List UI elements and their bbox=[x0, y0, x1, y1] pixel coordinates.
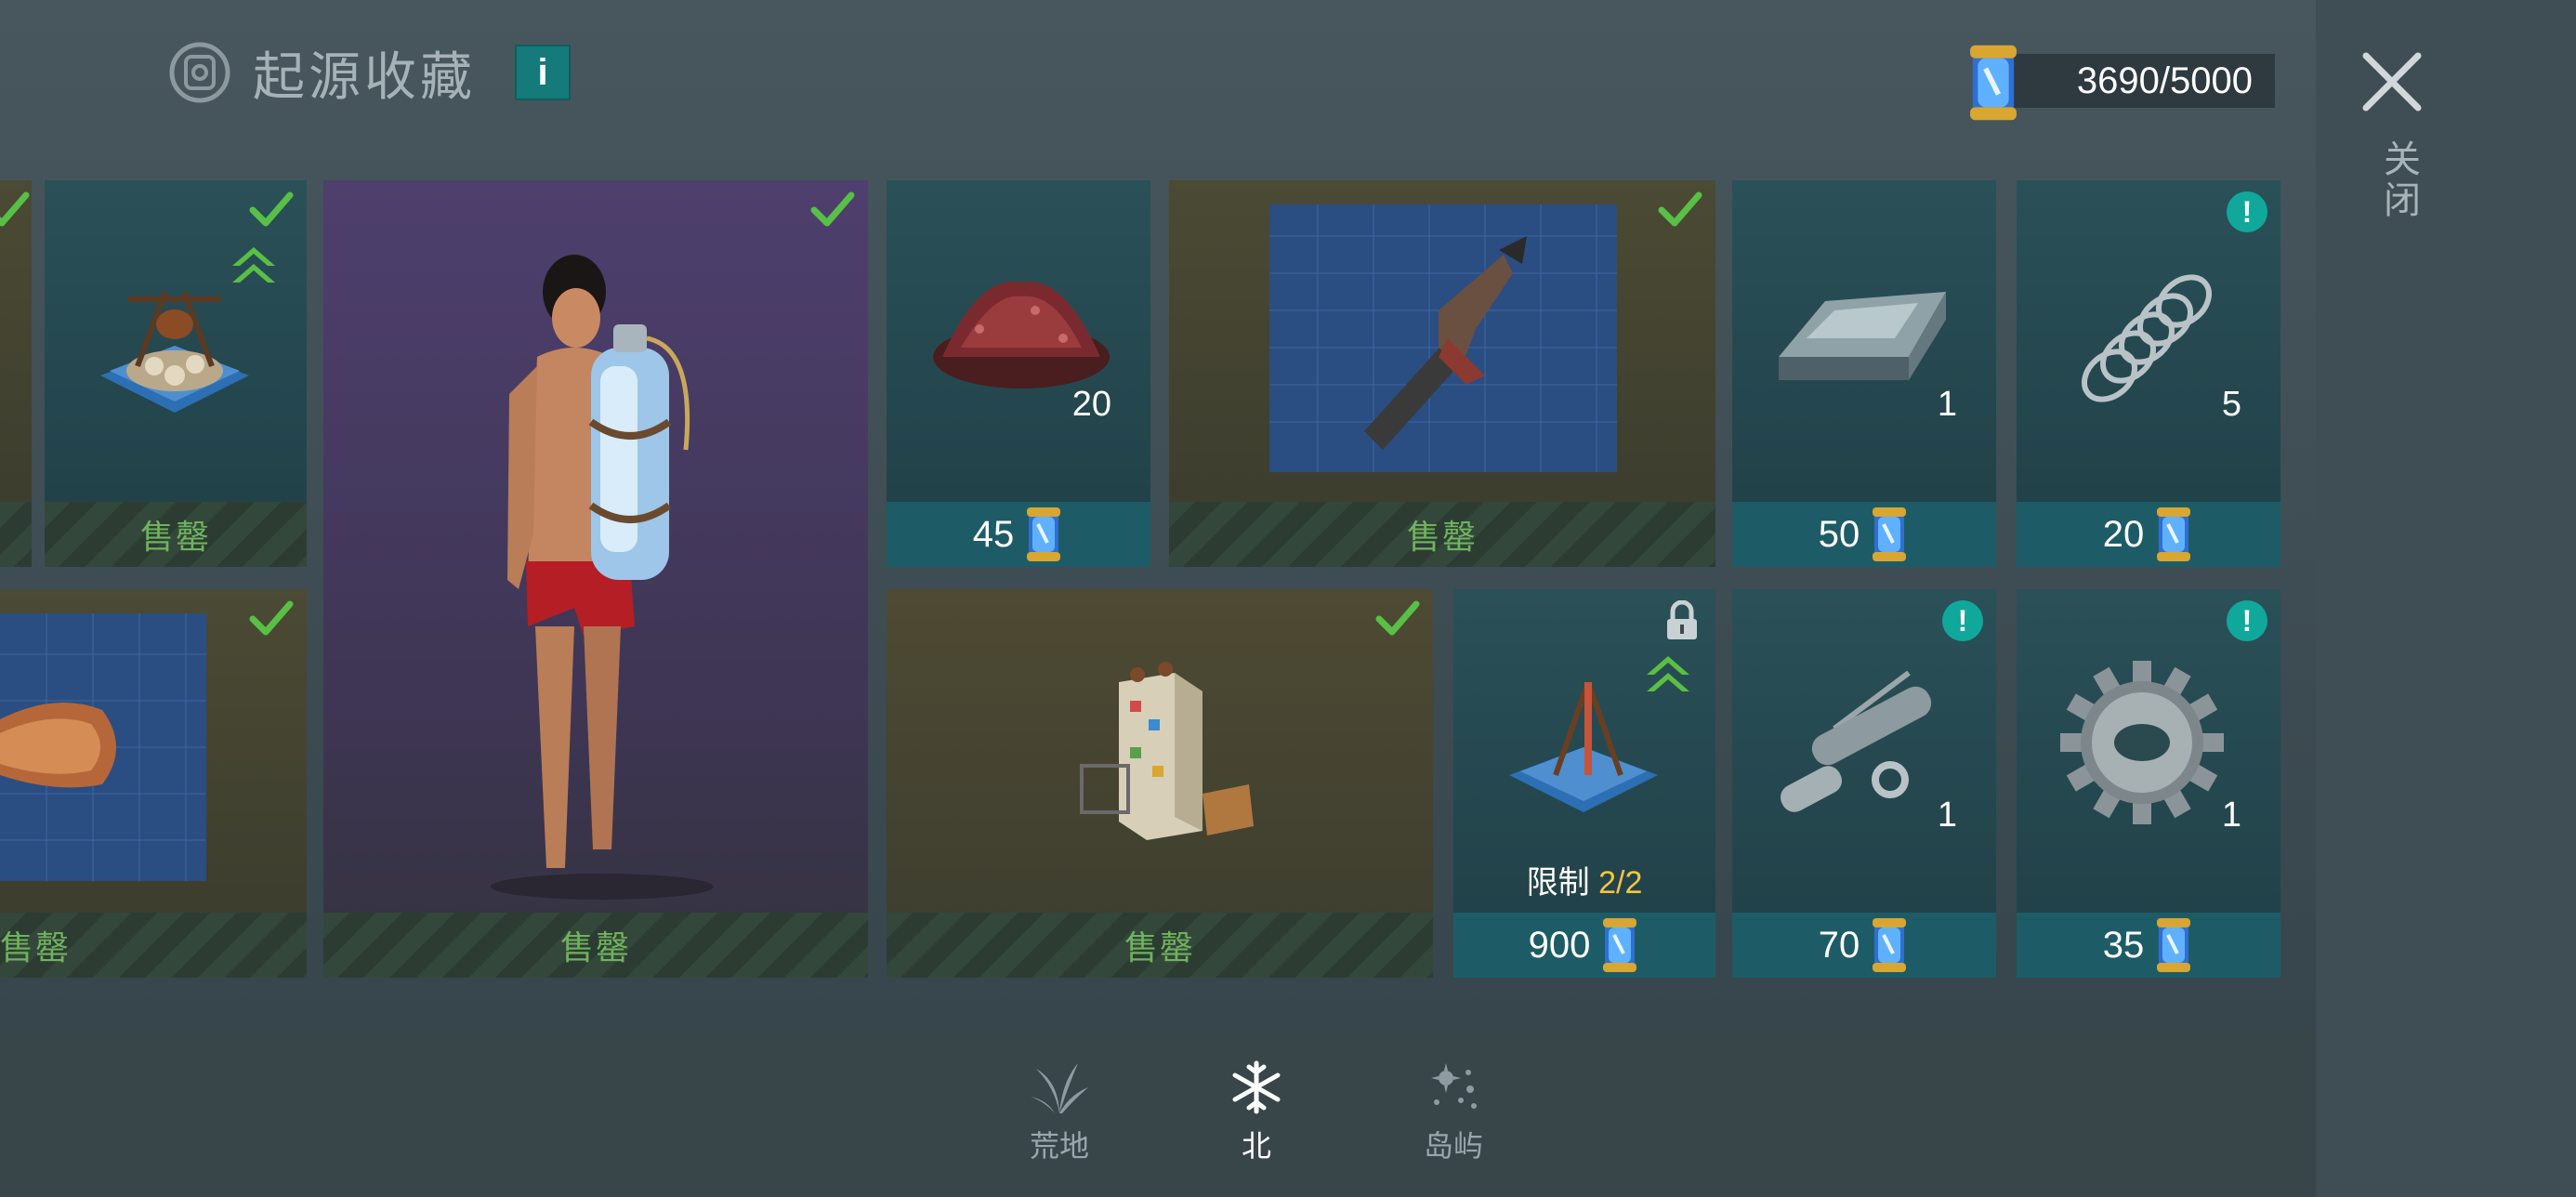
check-icon bbox=[0, 190, 30, 230]
collection-panel: 起源收藏 i 售罄 售罄 20 45 售罄 1 50 ! 5 20 售罄 售罄 … bbox=[0, 0, 2316, 1197]
wooden-sign-blueprint-icon bbox=[0, 613, 206, 881]
chainsaw-blueprint-icon bbox=[1269, 204, 1617, 472]
info-button[interactable]: i bbox=[515, 45, 571, 100]
title-area: 起源收藏 i bbox=[167, 35, 571, 110]
pipe-parts-icon bbox=[1780, 670, 1932, 812]
lock-icon bbox=[1663, 600, 1701, 641]
tab-wasteland[interactable]: 荒地 bbox=[994, 1059, 1124, 1165]
right-sidebar bbox=[2316, 0, 2576, 1197]
check-icon bbox=[810, 190, 855, 230]
grass-icon bbox=[1031, 1063, 1088, 1113]
collection-card[interactable]: 1 50 bbox=[1732, 180, 1996, 567]
check-icon bbox=[1658, 190, 1702, 230]
sold-out-label: 售罄 bbox=[1124, 928, 1195, 967]
sold-out-label: 售罄 bbox=[559, 928, 631, 967]
info-label: i bbox=[537, 51, 548, 93]
collection-card[interactable]: ! 1 35 bbox=[2017, 589, 2280, 978]
collection-card[interactable]: 限制 2/2 900 bbox=[1453, 589, 1715, 978]
limit-value: 2/2 bbox=[1598, 865, 1643, 901]
sold-out-label: 售罄 bbox=[0, 928, 72, 967]
item-quantity: 1 bbox=[2221, 796, 2241, 835]
check-icon bbox=[1375, 598, 1420, 639]
tab-label: 荒地 bbox=[1029, 1129, 1089, 1163]
tab-island[interactable]: 岛屿 bbox=[1388, 1059, 1518, 1165]
close-icon[interactable] bbox=[2357, 46, 2427, 117]
blue-coin-icon bbox=[1599, 916, 1640, 974]
tab-label: 岛屿 bbox=[1423, 1129, 1483, 1163]
price-bar: 50 bbox=[1732, 502, 1996, 567]
sold-out-label: 售罄 bbox=[1406, 518, 1478, 556]
collection-card[interactable] bbox=[0, 180, 32, 567]
purchase-limit: 限制 2/2 bbox=[1453, 857, 1715, 902]
gear-icon bbox=[2060, 661, 2224, 824]
alert-badge-icon: ! bbox=[1942, 600, 1983, 641]
currency-counter: 3690/5000 bbox=[1989, 54, 2275, 108]
item-price: 900 bbox=[1528, 924, 1591, 966]
alert-badge-icon: ! bbox=[2227, 600, 2267, 641]
collection-card[interactable]: 20 45 bbox=[887, 180, 1150, 567]
region-tab-bar bbox=[0, 1032, 2316, 1197]
alert-badge-icon: ! bbox=[2227, 191, 2267, 232]
collection-card[interactable]: 售罄 bbox=[323, 180, 868, 978]
spring-icon bbox=[2082, 274, 2212, 402]
blue-coin-icon bbox=[1023, 506, 1064, 563]
origin-emblem-icon bbox=[169, 42, 230, 103]
blue-coin-icon bbox=[1869, 506, 1910, 563]
collection-card[interactable]: 售罄 bbox=[1169, 180, 1715, 567]
price-bar: 35 bbox=[2017, 913, 2280, 978]
item-price: 20 bbox=[2102, 513, 2145, 555]
sold-out-bar: 售罄 bbox=[323, 913, 868, 978]
blue-coin-icon bbox=[1961, 43, 2026, 123]
limit-label: 限制 bbox=[1526, 865, 1590, 901]
item-quantity: 20 bbox=[1071, 385, 1111, 424]
check-icon bbox=[249, 190, 294, 230]
tent-blueprint-icon bbox=[1509, 681, 1658, 812]
price-bar: 45 bbox=[887, 502, 1150, 567]
sold-out-bar: 售罄 bbox=[45, 502, 307, 567]
island-icon bbox=[1431, 1063, 1477, 1109]
collection-card[interactable]: ! 5 20 bbox=[2017, 180, 2280, 567]
price-bar: 70 bbox=[1732, 913, 1996, 978]
item-price: 35 bbox=[2102, 924, 2145, 966]
character-scuba-tank-icon bbox=[491, 255, 714, 900]
item-quantity: 1 bbox=[1937, 385, 1957, 424]
item-price: 50 bbox=[1818, 513, 1860, 555]
sold-out-bar: 售罄 bbox=[0, 913, 307, 978]
item-quantity: 5 bbox=[2221, 385, 2241, 424]
sold-out-bar: 售罄 bbox=[1169, 502, 1715, 567]
snowflake-icon bbox=[1232, 1060, 1281, 1114]
sold-out-label: 售罄 bbox=[139, 518, 211, 556]
campfire-blueprint-icon bbox=[100, 290, 249, 413]
price-bar: 20 bbox=[2017, 502, 2280, 567]
item-quantity: 1 bbox=[1937, 796, 1957, 835]
decorated-fridge-icon bbox=[1080, 662, 1254, 840]
collection-card[interactable]: 售罄 bbox=[887, 589, 1433, 978]
blue-coin-icon bbox=[2153, 506, 2194, 563]
red-gravel-icon bbox=[933, 282, 1110, 388]
metal-ingot-icon bbox=[1779, 292, 1946, 380]
blue-coin-icon bbox=[1869, 916, 1910, 974]
item-price: 45 bbox=[972, 513, 1015, 555]
close-button-label[interactable]: 关闭 bbox=[2372, 139, 2425, 221]
sold-out-bar bbox=[0, 502, 32, 567]
currency-amount: 3690/5000 bbox=[2076, 59, 2253, 101]
blue-coin-icon bbox=[2153, 916, 2194, 974]
check-icon bbox=[249, 598, 294, 639]
collection-card[interactable]: 售罄 bbox=[0, 589, 307, 978]
tab-north[interactable]: 北 bbox=[1191, 1059, 1321, 1165]
tab-label: 北 bbox=[1241, 1129, 1271, 1163]
collection-card[interactable]: ! 1 70 bbox=[1732, 589, 1996, 978]
page-title: 起源收藏 bbox=[253, 46, 476, 106]
sold-out-bar: 售罄 bbox=[887, 913, 1433, 978]
price-bar: 900 bbox=[1453, 913, 1715, 978]
collection-card[interactable]: 售罄 bbox=[45, 180, 307, 567]
item-price: 70 bbox=[1818, 924, 1860, 966]
